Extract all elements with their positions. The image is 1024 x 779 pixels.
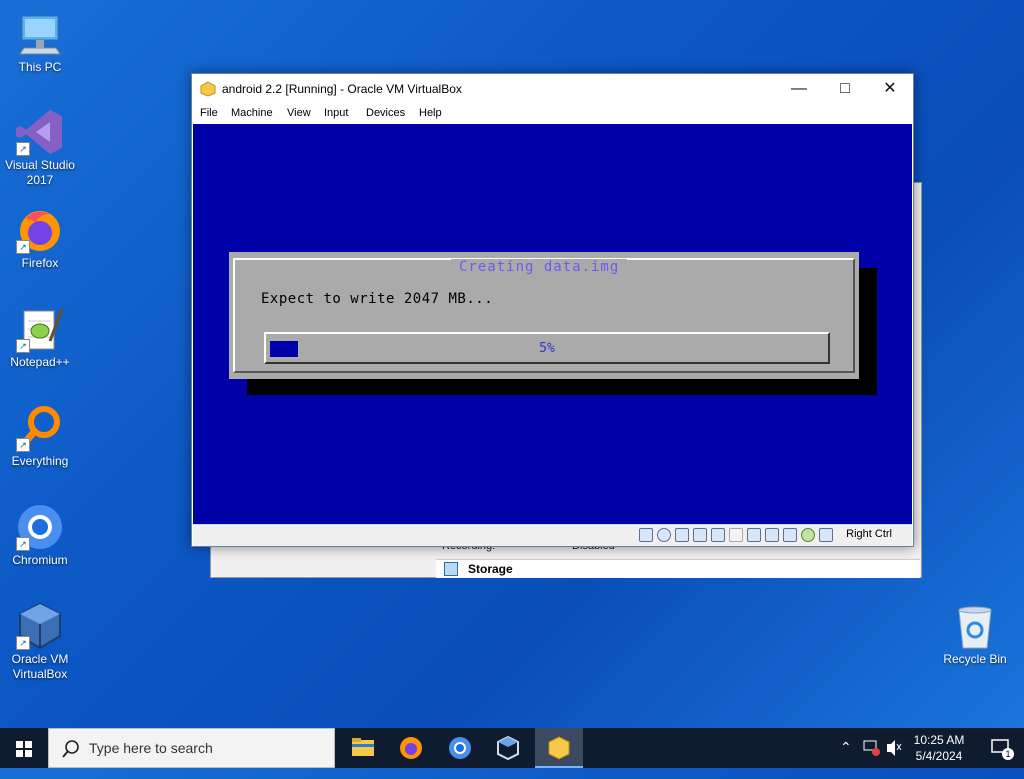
desktop-icon-visual-studio[interactable]: ↗ Visual Studio 2017 — [0, 108, 80, 188]
menu-machine[interactable]: Machine — [231, 107, 273, 119]
window-title: android 2.2 [Running] - Oracle VM Virtua… — [222, 82, 462, 96]
desktop-icon-label: Everything — [11, 454, 69, 468]
storage-label: Storage — [468, 562, 513, 576]
desktop-icon-firefox[interactable]: ↗ Firefox — [0, 206, 80, 271]
menu-view[interactable]: View — [287, 107, 311, 119]
desktop-icon-label: Visual Studio 2017 — [5, 158, 75, 187]
taskbar: Type here to search ⌃ 10:25 AM 5/4/2024 … — [0, 728, 1024, 768]
chromium-icon: ↗ — [16, 503, 64, 551]
guest-additions-icon[interactable] — [801, 528, 815, 542]
menu-help[interactable]: Help — [419, 107, 442, 119]
dialog-frame: Creating data.img Expect to write 2047 M… — [233, 258, 855, 373]
desktop-icon-label: Recycle Bin — [943, 652, 1007, 666]
show-hidden-icons-chevron-icon[interactable]: ⌃ — [840, 739, 852, 779]
dialog-title: Creating data.img — [451, 259, 628, 275]
host-key-label: Right Ctrl — [846, 528, 892, 540]
minimize-button[interactable]: — — [776, 74, 822, 104]
search-placeholder: Type here to search — [89, 740, 213, 756]
menu-file[interactable]: File — [200, 107, 218, 119]
network-icon[interactable] — [693, 528, 707, 542]
cpu-icon[interactable] — [783, 528, 797, 542]
vm-app-icon — [548, 736, 570, 760]
shortcut-arrow-icon: ↗ — [16, 142, 30, 156]
firefox-icon: ↗ — [16, 206, 64, 254]
virtualbox-icon — [497, 735, 519, 761]
windows-logo-icon — [16, 741, 32, 757]
desktop-icon-virtualbox[interactable]: ↗ Oracle VM VirtualBox — [0, 602, 80, 682]
notification-center-button[interactable]: 1 — [980, 728, 1020, 768]
shared-folders-icon[interactable] — [729, 528, 743, 542]
shortcut-arrow-icon: ↗ — [16, 438, 30, 452]
maximize-button[interactable]: □ — [822, 74, 868, 104]
shortcut-arrow-icon: ↗ — [16, 537, 30, 551]
firefox-icon — [400, 737, 422, 759]
desktop-icon-label: Notepad++ — [10, 355, 70, 369]
display-icon[interactable] — [747, 528, 761, 542]
shortcut-arrow-icon: ↗ — [16, 339, 30, 353]
taskbar-chromium[interactable] — [436, 728, 484, 768]
desktop-icon-everything[interactable]: ↗ Everything — [0, 404, 80, 469]
vm-display[interactable]: Creating data.img Expect to write 2047 M… — [193, 124, 912, 524]
everything-search-icon: ↗ — [16, 404, 64, 452]
dialog-message: Expect to write 2047 MB... — [261, 291, 494, 307]
notification-count: 1 — [1002, 748, 1014, 760]
storage-section-header[interactable]: Storage — [436, 559, 920, 578]
desktop-icon-label: Firefox — [21, 256, 59, 270]
chromium-icon — [449, 737, 471, 759]
creating-image-dialog: Creating data.img Expect to write 2047 M… — [229, 252, 859, 379]
title-bar[interactable]: android 2.2 [Running] - Oracle VM Virtua… — [192, 74, 913, 104]
audio-icon[interactable] — [675, 528, 689, 542]
taskbar-search-box[interactable]: Type here to search — [48, 728, 335, 768]
menu-input[interactable]: Input — [324, 107, 348, 119]
virtualbox-icon: ↗ — [16, 602, 64, 650]
search-icon — [62, 740, 79, 758]
desktop-icon-label: This PC — [18, 60, 62, 74]
optical-drive-icon[interactable] — [657, 528, 671, 542]
notepadpp-icon: ↗ — [16, 305, 64, 353]
desktop-icon-notepadpp[interactable]: ↗ Notepad++ — [0, 305, 80, 370]
vm-window[interactable]: android 2.2 [Running] - Oracle VM Virtua… — [191, 73, 914, 547]
progress-percent: 5% — [539, 341, 555, 356]
folder-icon — [352, 738, 374, 756]
taskbar-file-explorer[interactable] — [339, 728, 387, 768]
hard-disk-icon[interactable] — [639, 528, 653, 542]
recycle-bin-icon — [951, 602, 999, 650]
taskbar-firefox[interactable] — [387, 728, 435, 768]
system-clock[interactable]: 10:25 AM 5/4/2024 — [898, 732, 980, 764]
shortcut-arrow-icon: ↗ — [16, 240, 30, 254]
vm-app-icon — [200, 81, 216, 97]
desktop-icon-label: Oracle VM VirtualBox — [11, 652, 69, 681]
clock-time: 10:25 AM — [913, 733, 965, 747]
vm-status-bar: Right Ctrl — [193, 524, 912, 546]
menu-devices[interactable]: Devices — [366, 107, 405, 119]
desktop-icon-label: Chromium — [12, 553, 68, 567]
progress-bar: 5% — [264, 332, 830, 364]
notification-icon — [991, 739, 1009, 753]
computer-icon — [16, 10, 64, 58]
taskbar-virtualbox-vm[interactable] — [535, 728, 583, 768]
desktop-icon-chromium[interactable]: ↗ Chromium — [0, 503, 80, 568]
mouse-integration-icon[interactable] — [819, 528, 833, 542]
usb-icon[interactable] — [711, 528, 725, 542]
desktop-icon-this-pc[interactable]: This PC — [0, 10, 80, 75]
storage-icon — [444, 562, 458, 576]
clock-date: 5/4/2024 — [915, 749, 963, 763]
menu-bar: File Machine View Input Devices Help — [192, 104, 913, 124]
visual-studio-icon: ↗ — [16, 108, 64, 156]
video-capture-icon[interactable] — [765, 528, 779, 542]
start-button[interactable] — [0, 728, 48, 768]
taskbar-virtualbox[interactable] — [484, 728, 532, 768]
network-disconnected-icon[interactable] — [862, 728, 880, 768]
shortcut-arrow-icon: ↗ — [16, 636, 30, 650]
close-button[interactable]: ✕ — [867, 74, 913, 104]
desktop-icon-recycle-bin[interactable]: Recycle Bin — [935, 602, 1015, 667]
